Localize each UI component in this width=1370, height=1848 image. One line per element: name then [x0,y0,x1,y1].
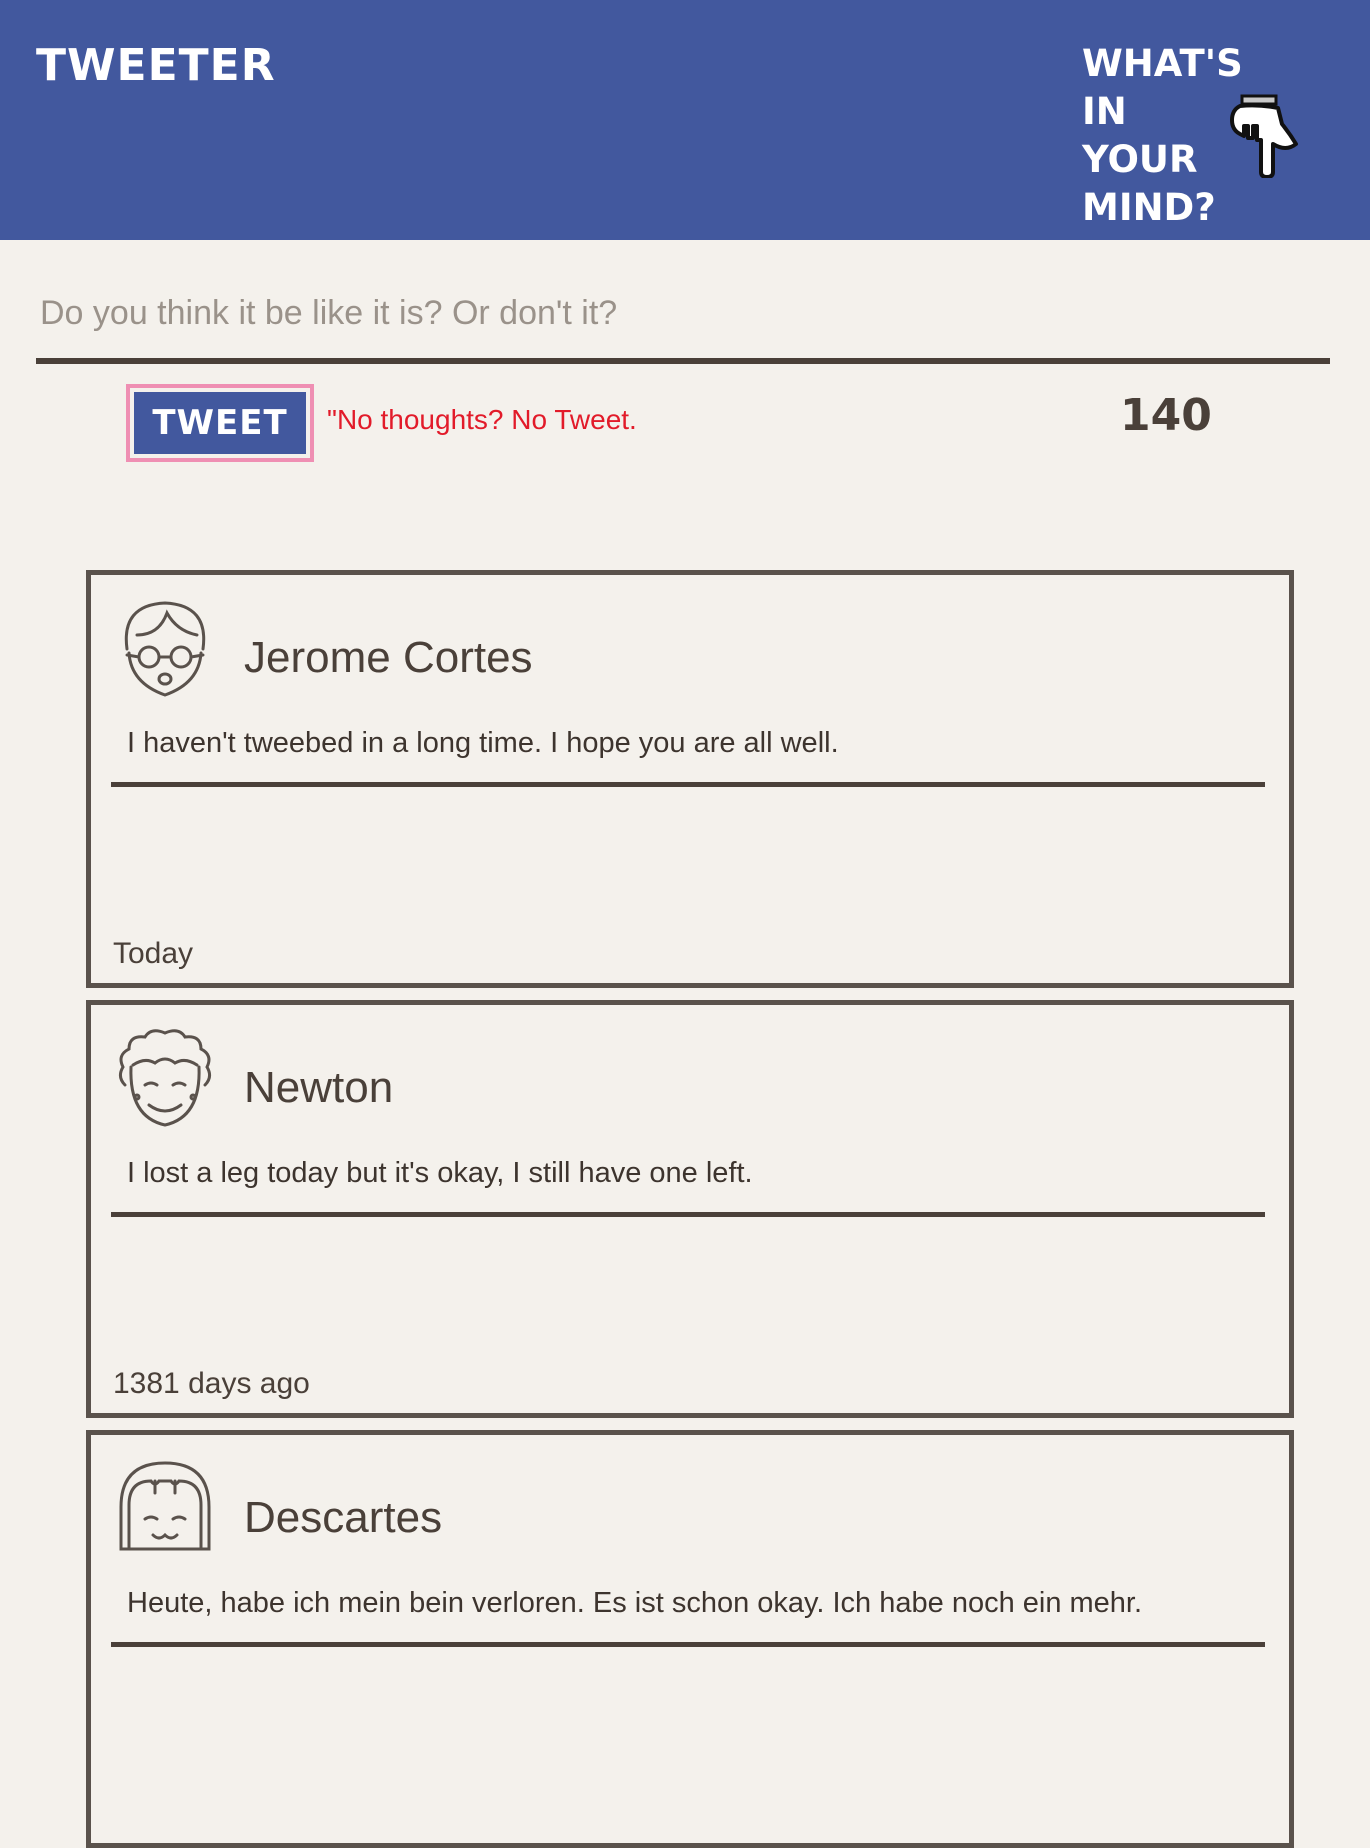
validation-error: "No thoughts? No Tweet. [327,404,637,435]
tweet-text: Heute, habe ich mein bein verloren. Es i… [111,1587,1265,1647]
tweet-author[interactable]: Jerome Cortes [244,633,533,683]
header-prompt-line: MIND? [1082,186,1216,229]
tweet-card: Descartes Heute, habe ich mein bein verl… [86,1430,1294,1848]
avatar-bangs-icon [119,1461,211,1551]
tweet-text: I haven't tweebed in a long time. I hope… [111,727,1265,787]
header-prompt-line: YOUR [1082,138,1198,181]
header-prompt-line: WHAT'S IN [1082,42,1243,133]
app-logo[interactable]: TWEETER [36,40,276,91]
tweet-card: Jerome Cortes I haven't tweebed in a lon… [86,570,1294,988]
avatar-curly-hair-icon [118,1029,212,1127]
compose-input[interactable] [36,268,1330,364]
char-counter: 140 [1120,390,1212,441]
pointing-hand-icon [1230,94,1298,178]
tweet-text: I lost a leg today but it's okay, I stil… [111,1157,1265,1217]
tweet-button[interactable]: TWEET [126,384,314,462]
avatar-glasses-icon [124,601,206,697]
tweet-timestamp: Today [113,937,194,970]
tweet-author[interactable]: Newton [244,1063,393,1113]
tweet-author[interactable]: Descartes [244,1493,442,1543]
tweet-timestamp: 1381 days ago [113,1367,310,1400]
header-prompt: WHAT'S IN YOUR MIND? [1082,40,1243,232]
app-header: TWEETER WHAT'S IN YOUR MIND? [0,0,1370,240]
tweet-card: Newton I lost a leg today but it's okay,… [86,1000,1294,1418]
